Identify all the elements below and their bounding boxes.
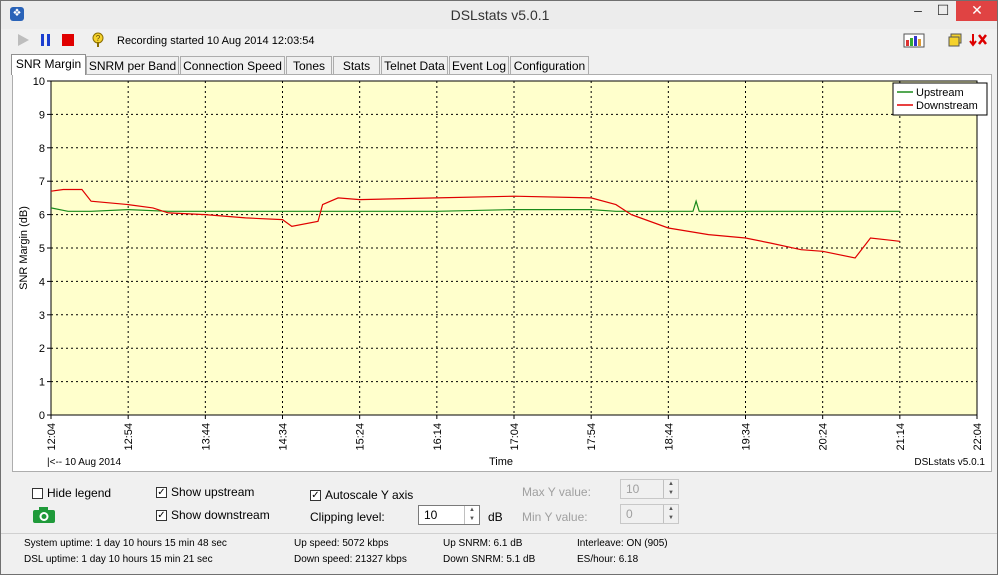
clipping-value: 10	[424, 508, 438, 522]
max-y-label: Max Y value:	[522, 485, 591, 499]
x-tick-label: 12:04	[46, 423, 58, 451]
x-tick-label: 13:44	[200, 423, 212, 451]
tab-event-log[interactable]: Event Log	[449, 56, 509, 74]
title-bar: ❖ DSLstats v5.0.1 – ☐ ✕	[1, 1, 997, 29]
checkbox-box: ✓	[310, 489, 321, 501]
max-y-input[interactable]: 10 ▲ ▼	[620, 479, 679, 499]
x-tick-label: 18:44	[663, 423, 675, 451]
x-tick-label: 15:24	[355, 423, 367, 451]
interleave: Interleave: ON (905)	[577, 538, 668, 549]
maximize-button[interactable]: ☐	[931, 1, 955, 21]
y-axis-label: SNR Margin (dB)	[18, 206, 30, 290]
legend-label: Upstream	[916, 87, 964, 99]
date-label: |<-- 10 Aug 2014	[47, 457, 121, 468]
down-snrm: Down SNRM: 5.1 dB	[443, 554, 536, 565]
y-tick-label: 2	[39, 343, 45, 355]
autoscale-label: Autoscale Y axis	[325, 488, 414, 502]
play-icon[interactable]	[15, 32, 31, 48]
es-per-hour: ES/hour: 6.18	[577, 554, 639, 565]
autoscale-checkbox[interactable]: ✓ Autoscale Y axis	[310, 488, 413, 502]
y-tick-label: 9	[39, 109, 45, 121]
show-upstream-label: Show upstream	[171, 485, 255, 499]
y-tick-label: 6	[39, 210, 45, 222]
checkbox-box: ✓	[156, 509, 167, 521]
y-tick-label: 7	[39, 176, 45, 188]
recording-status: Recording started 10 Aug 2014 12:03:54	[117, 35, 315, 47]
x-tick-label: 17:04	[509, 423, 521, 451]
x-tick-label: 14:34	[278, 423, 290, 451]
tab-snr-margin[interactable]: SNR Margin	[11, 54, 86, 75]
svg-text:?: ?	[96, 34, 101, 43]
chart-footer: DSLstats v5.0.1	[914, 457, 985, 468]
x-axis-label: Time	[489, 456, 513, 468]
y-tick-label: 4	[39, 276, 45, 288]
x-tick-label: 12:54	[123, 423, 135, 451]
spinner-arrows[interactable]: ▲ ▼	[663, 480, 678, 498]
spinner-arrows[interactable]: ▲ ▼	[464, 506, 479, 524]
x-tick-label: 20:24	[818, 423, 830, 451]
legend-label: Downstream	[916, 100, 978, 112]
minimize-button[interactable]: –	[905, 1, 931, 21]
restore-window-icon[interactable]	[947, 32, 963, 48]
checkbox-box	[32, 487, 43, 499]
hide-legend-label: Hide legend	[47, 486, 112, 500]
y-tick-label: 5	[39, 243, 45, 255]
clipping-unit-label: dB	[488, 510, 503, 524]
y-tick-label: 10	[33, 76, 45, 88]
chart-panel: 0 1 2 3 4 5 6 7 8 9 10 12:04 12:54 13:44 14:34 15:24 16:…	[12, 74, 992, 472]
clipping-level-input[interactable]: 10 ▲ ▼	[418, 505, 480, 525]
toolbar: ? Recording started 10 Aug 2014 12:03:54	[1, 29, 997, 53]
x-tick-label: 16:14	[432, 423, 444, 451]
x-tick-label: 17:54	[586, 423, 598, 451]
down-speed: Down speed: 21327 kbps	[294, 554, 407, 565]
tab-connection-speed[interactable]: Connection Speed	[180, 56, 285, 74]
y-tick-label: 0	[39, 410, 45, 422]
tab-tones[interactable]: Tones	[286, 56, 332, 74]
spinner-arrows[interactable]: ▲ ▼	[663, 505, 678, 523]
exit-icon[interactable]	[969, 32, 989, 48]
tab-telnet-data[interactable]: Telnet Data	[381, 56, 448, 74]
app-window: ❖ DSLstats v5.0.1 – ☐ ✕ ? Recording star…	[0, 0, 998, 575]
tab-snrm-per-band[interactable]: SNRM per Band	[86, 56, 179, 74]
window-title: DSLstats v5.0.1	[450, 7, 550, 23]
checkbox-box: ✓	[156, 486, 167, 498]
help-icon[interactable]: ?	[90, 32, 106, 48]
stop-icon[interactable]	[60, 32, 76, 48]
system-uptime: System uptime: 1 day 10 hours 15 min 48 …	[24, 538, 227, 549]
dsl-uptime: DSL uptime: 1 day 10 hours 15 min 21 sec	[24, 554, 213, 565]
x-tick-label: 21:14	[895, 423, 907, 451]
show-upstream-checkbox[interactable]: ✓ Show upstream	[156, 485, 254, 499]
up-speed: Up speed: 5072 kbps	[294, 538, 389, 549]
show-downstream-checkbox[interactable]: ✓ Show downstream	[156, 508, 270, 522]
y-tick-label: 1	[39, 377, 45, 389]
y-tick-label: 3	[39, 310, 45, 322]
close-button[interactable]: ✕	[956, 1, 997, 21]
show-downstream-label: Show downstream	[171, 508, 270, 522]
camera-icon[interactable]	[32, 506, 56, 524]
min-y-input[interactable]: 0 ▲ ▼	[620, 504, 679, 524]
clipping-level-label: Clipping level:	[310, 510, 385, 524]
min-y-value: 0	[626, 507, 633, 521]
pause-icon[interactable]	[38, 32, 54, 48]
hide-legend-checkbox[interactable]: Hide legend	[32, 486, 111, 500]
status-bar: System uptime: 1 day 10 hours 15 min 48 …	[1, 533, 997, 574]
max-y-value: 10	[626, 482, 640, 496]
y-tick-label: 8	[39, 143, 45, 155]
up-snrm: Up SNRM: 6.1 dB	[443, 538, 523, 549]
graph-window-icon[interactable]	[903, 32, 925, 48]
chart-controls: Hide legend ✓ Show upstream ✓ Show downstr…	[1, 477, 997, 535]
tab-configuration[interactable]: Configuration	[510, 56, 589, 74]
x-tick-label: 19:34	[741, 423, 753, 451]
tab-stats[interactable]: Stats	[333, 56, 380, 74]
x-tick-label: 22:04	[972, 423, 984, 451]
min-y-label: Min Y value:	[522, 510, 588, 524]
snr-margin-chart: 0 1 2 3 4 5 6 7 8 9 10 12:04 12:54 13:44 14:34 15:24 16:…	[18, 76, 988, 468]
